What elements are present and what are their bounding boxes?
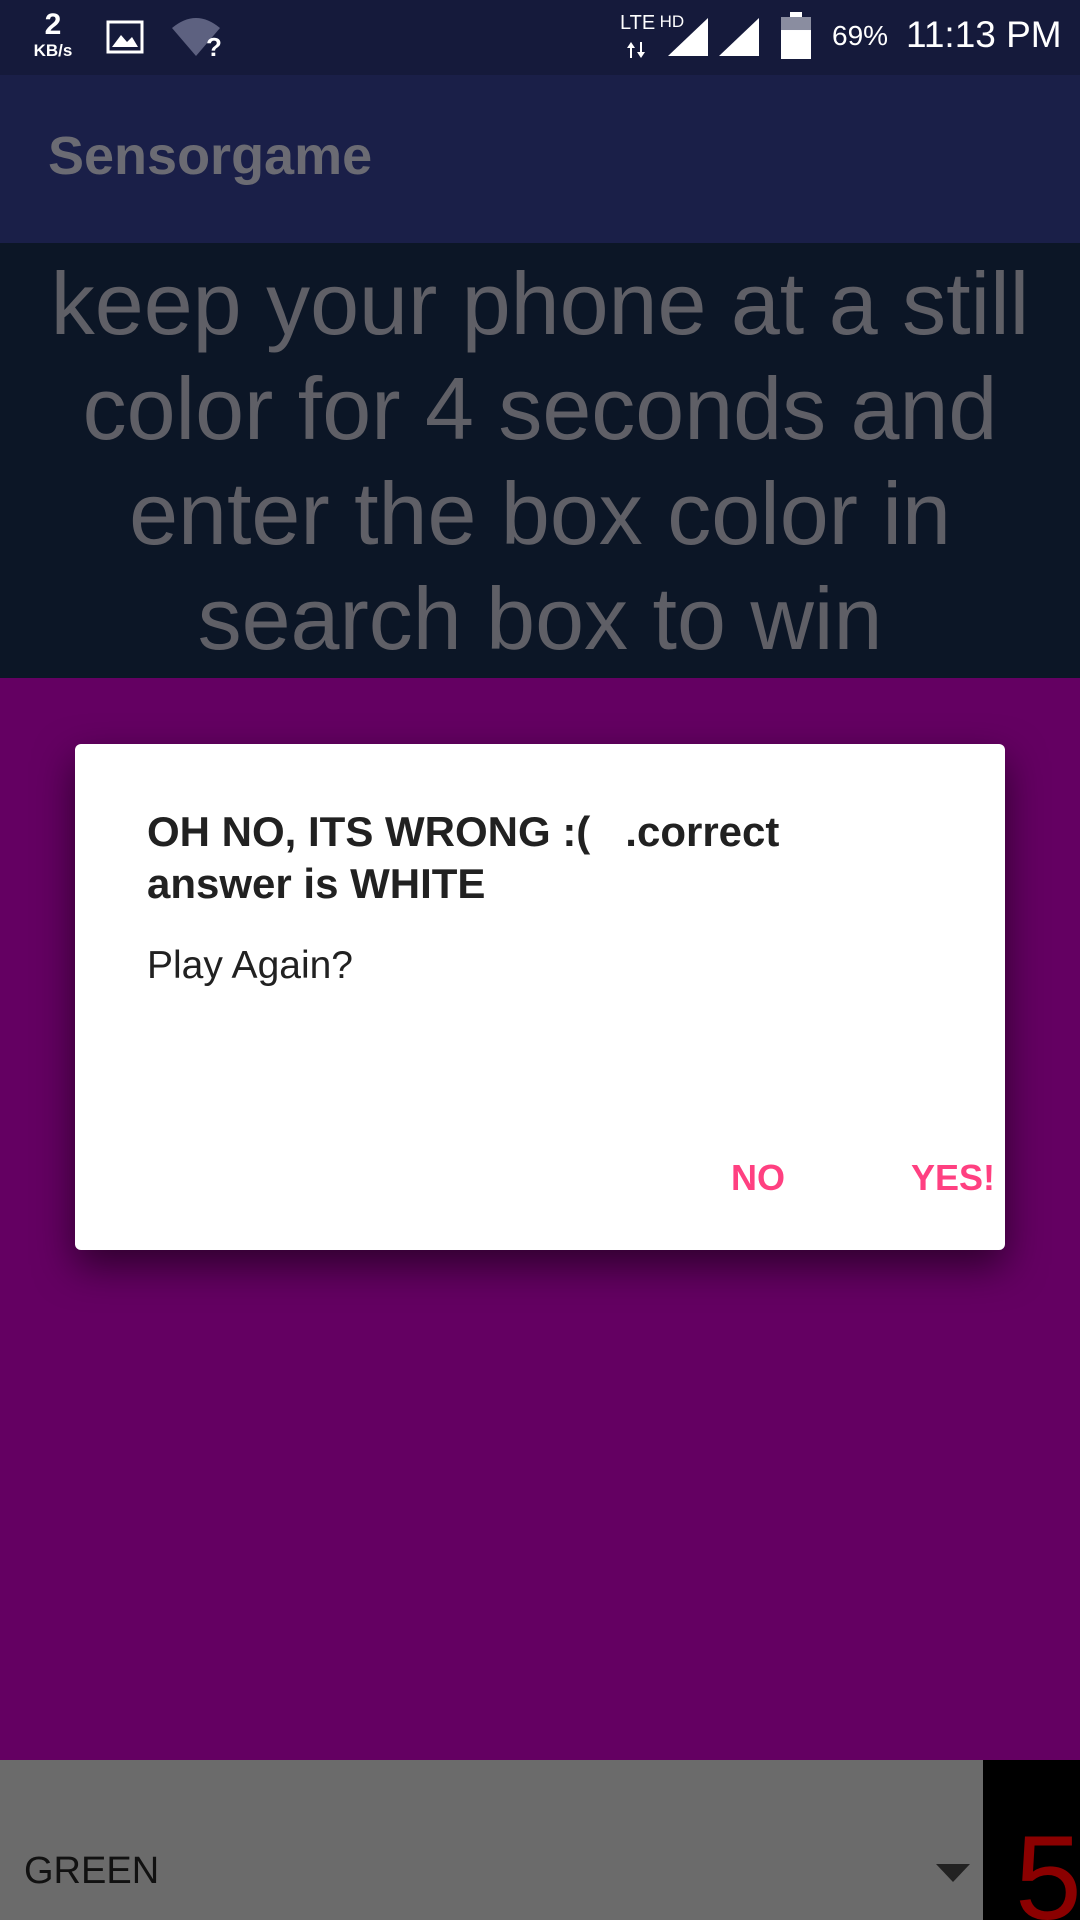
lte-label: LTE xyxy=(620,12,656,34)
data-arrows-icon xyxy=(627,42,645,58)
battery-percent: 69% xyxy=(832,20,889,51)
network-speed-unit: KB/s xyxy=(33,41,73,60)
gallery-icon xyxy=(106,20,144,54)
status-bar: 2 KB/s ? LTE HD 69% 11:13 PM xyxy=(0,0,1080,75)
yes-button[interactable]: YES! xyxy=(893,1142,1013,1214)
result-dialog: OH NO, ITS WRONG :( .correct answer is W… xyxy=(75,744,1005,1250)
battery-icon xyxy=(781,12,811,59)
app-bar: Sensorgame xyxy=(0,75,1080,243)
signal-icon xyxy=(668,18,708,56)
clock: 11:13 PM xyxy=(906,14,1062,55)
spinner-selected-value: GREEN xyxy=(24,1850,160,1892)
instructions-panel: keep your phone at a still color for 4 s… xyxy=(0,243,1080,678)
wifi-unknown-icon: ? xyxy=(172,18,222,60)
color-spinner[interactable]: GREEN xyxy=(0,1760,983,1920)
countdown-value: 5 xyxy=(1015,1811,1080,1920)
svg-text:?: ? xyxy=(206,32,222,60)
network-speed-value: 2 xyxy=(44,8,62,41)
app-title: Sensorgame xyxy=(48,126,373,186)
countdown-box: 5 xyxy=(983,1760,1080,1920)
dialog-message: Play Again? xyxy=(147,944,353,987)
instruction-text: keep your phone at a still color for 4 s… xyxy=(50,253,1030,668)
network-speed: 2 KB/s xyxy=(24,8,82,60)
signal-icon xyxy=(719,18,759,56)
no-button[interactable]: NO xyxy=(713,1142,803,1214)
dialog-title: OH NO, ITS WRONG :( .correct answer is W… xyxy=(147,808,792,907)
dropdown-arrow-icon[interactable] xyxy=(936,1864,970,1882)
